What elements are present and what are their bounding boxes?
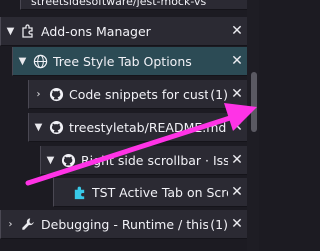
twisty-icon[interactable]: › bbox=[32, 89, 45, 100]
close-icon[interactable]: ✕ bbox=[228, 119, 246, 135]
close-icon[interactable]: ✕ bbox=[228, 53, 246, 69]
globe-icon bbox=[32, 53, 48, 69]
close-icon[interactable]: ✕ bbox=[228, 23, 246, 39]
tab-label: streetsidesoftware/jest-mock-vs bbox=[31, 0, 207, 8]
twisty-icon[interactable]: ▼ bbox=[4, 26, 17, 37]
tab-label: TST Active Tab on Scroll bbox=[92, 184, 228, 200]
tab-label: treestyletab/README.md bbox=[69, 119, 227, 135]
tab-row-tst-active-tab[interactable]: TST Active Tab on Scroll ✕ bbox=[53, 178, 249, 207]
tab-row-readme[interactable]: ▼ treestyletab/README.md ✕ bbox=[28, 113, 249, 142]
tab-row-debugging[interactable]: › Debugging - Runtime / this-fi (1) ✕ bbox=[0, 210, 249, 239]
close-icon[interactable]: ✕ bbox=[228, 86, 246, 102]
tab-label: Code snippets for custom bbox=[69, 86, 208, 102]
tab-row-addons-manager[interactable]: ▼ Add-ons Manager ✕ bbox=[0, 17, 249, 46]
github-icon bbox=[48, 119, 64, 135]
close-icon[interactable]: ✕ bbox=[228, 184, 246, 200]
tab-label: Right side scrollbar · Issue bbox=[81, 152, 228, 168]
tab-row-code-snippets[interactable]: › Code snippets for custom (1) ✕ bbox=[28, 80, 249, 109]
close-icon[interactable]: ✕ bbox=[228, 152, 246, 168]
github-icon bbox=[48, 86, 64, 102]
tab-row-right-side-scrollbar[interactable]: ▼ Right side scrollbar · Issue ✕ bbox=[40, 146, 249, 175]
scrollbar[interactable] bbox=[247, 0, 259, 251]
twisty-icon[interactable]: ▼ bbox=[32, 122, 45, 133]
twisty-icon[interactable]: › bbox=[4, 219, 17, 230]
child-count-badge: (1) bbox=[210, 216, 228, 232]
wrench-icon bbox=[20, 216, 36, 232]
twisty-icon[interactable]: ▼ bbox=[44, 155, 57, 166]
twisty-icon[interactable]: ▼ bbox=[16, 56, 29, 67]
github-icon bbox=[60, 152, 76, 168]
scrollbar-thumb[interactable] bbox=[251, 72, 257, 132]
tab-label: Debugging - Runtime / this-fi bbox=[41, 216, 209, 232]
tab-row-tst-options[interactable]: ▼ Tree Style Tab Options ✕ bbox=[12, 47, 249, 76]
tab-label: Tree Style Tab Options bbox=[53, 53, 192, 69]
tab-label: Add-ons Manager bbox=[41, 23, 151, 39]
child-count-badge: (1) bbox=[210, 86, 228, 102]
puzzle-icon bbox=[20, 23, 36, 39]
puzzle-piece-icon bbox=[71, 184, 87, 200]
tab-tree: streetsidesoftware/jest-mock-vs ▼ Add-on… bbox=[0, 0, 259, 251]
tab-row[interactable]: streetsidesoftware/jest-mock-vs bbox=[20, 0, 249, 10]
close-icon[interactable]: ✕ bbox=[228, 216, 246, 232]
